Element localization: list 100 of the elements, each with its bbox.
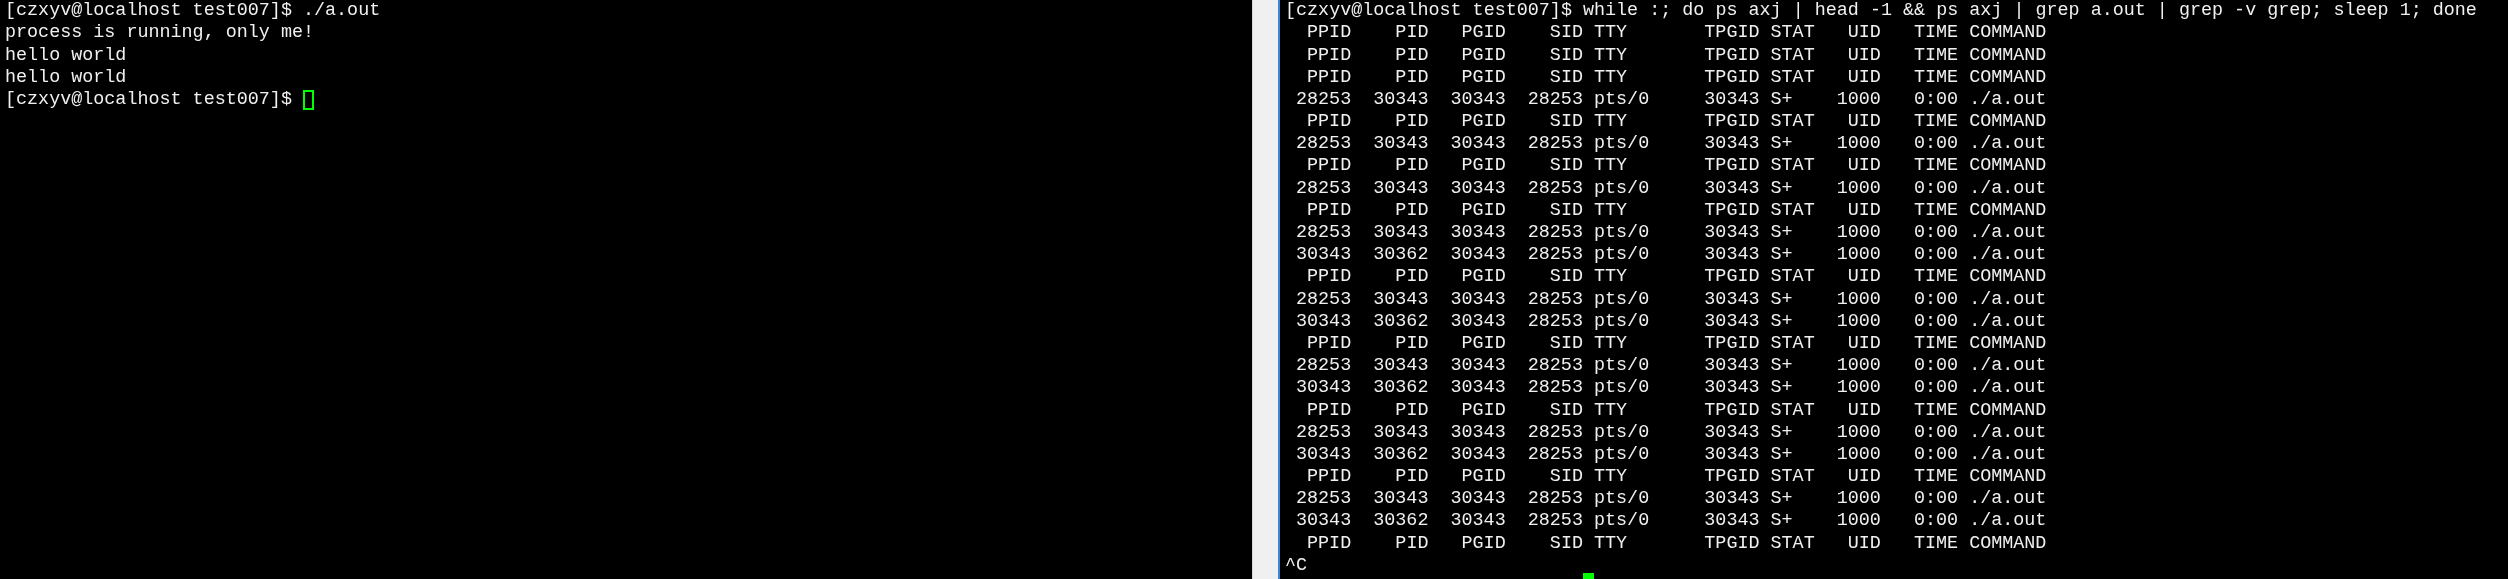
column-header: SID bbox=[1548, 466, 1583, 488]
column-header: TIME bbox=[1912, 66, 1959, 89]
table-cell-text: 1000 bbox=[1835, 443, 1881, 466]
table-cell-text: 0:00 bbox=[1912, 510, 1959, 533]
column-header: UID bbox=[1846, 155, 1881, 178]
column-header: STAT bbox=[1770, 199, 1815, 222]
column-header: TPGID bbox=[1703, 466, 1760, 488]
terminal-line: ^C bbox=[1285, 554, 1308, 577]
table-cell-text: 0:00 bbox=[1912, 355, 1959, 378]
table-cell: ./a.out bbox=[1969, 443, 2047, 466]
column-header: TIME bbox=[1912, 266, 1959, 289]
table-cell-text: pts/0 bbox=[1594, 177, 1651, 200]
table-cell-text: pts/0 bbox=[1594, 488, 1651, 511]
table-cell-text: 1000 bbox=[1835, 355, 1881, 378]
column-header: SID bbox=[1548, 111, 1583, 133]
column-header: PID bbox=[1394, 44, 1429, 67]
column-header: PID bbox=[1394, 532, 1429, 555]
column-header: PPID bbox=[1306, 111, 1352, 133]
column-header: PGID bbox=[1460, 266, 1506, 289]
table-cell-text: pts/0 bbox=[1594, 421, 1651, 444]
column-header: TTY bbox=[1594, 22, 1629, 45]
table-cell-text: 1000 bbox=[1835, 421, 1881, 444]
column-header: TIME bbox=[1912, 466, 1959, 488]
column-header: PGID bbox=[1460, 66, 1506, 89]
column-header: SID bbox=[1548, 332, 1583, 355]
table-cell-text: 28253 bbox=[1526, 355, 1583, 378]
table-cell-text: 28253 bbox=[1526, 288, 1583, 311]
column-header: PID bbox=[1394, 399, 1429, 422]
column-header: SID bbox=[1548, 266, 1583, 289]
column-header: STAT bbox=[1770, 466, 1815, 488]
column-header: STAT bbox=[1770, 44, 1815, 67]
table-cell-text: 30343 bbox=[1372, 488, 1429, 511]
column-header: TTY bbox=[1594, 44, 1629, 67]
table-cell-text: 30343 bbox=[1703, 288, 1760, 311]
table-cell-text: 30343 bbox=[1449, 177, 1506, 200]
table-cell-text: 28253 bbox=[1526, 421, 1583, 444]
table-cell-text: 30343 bbox=[1295, 244, 1352, 267]
column-header: TIME bbox=[1912, 111, 1959, 133]
table-cell-text: pts/0 bbox=[1594, 377, 1651, 400]
column-header: TTY bbox=[1594, 155, 1629, 178]
table-cell-text: 28253 bbox=[1526, 488, 1583, 511]
column-header: TPGID bbox=[1703, 199, 1760, 222]
table-cell-text: 30343 bbox=[1449, 510, 1506, 533]
table-cell-text: pts/0 bbox=[1594, 355, 1651, 378]
column-header: PID bbox=[1394, 266, 1429, 289]
table-cell-text: pts/0 bbox=[1594, 288, 1651, 311]
column-header: TIME bbox=[1912, 332, 1959, 355]
table-cell-text: 28253 bbox=[1526, 244, 1583, 267]
table-cell-text: 30343 bbox=[1703, 177, 1760, 200]
column-header: TPGID bbox=[1703, 155, 1760, 178]
table-cell-text: 28253 bbox=[1295, 133, 1352, 156]
table-cell-text: 30362 bbox=[1372, 510, 1429, 533]
table-cell-text: 0:00 bbox=[1912, 421, 1959, 444]
table-cell-text: 30343 bbox=[1372, 177, 1429, 200]
table-cell: ./a.out bbox=[1969, 244, 2047, 267]
column-header: PGID bbox=[1460, 44, 1506, 67]
column-header: TPGID bbox=[1703, 532, 1760, 555]
table-cell-text: pts/0 bbox=[1594, 510, 1651, 533]
table-cell-text: 30343 bbox=[1703, 355, 1760, 378]
table-cell-text: 28253 bbox=[1295, 177, 1352, 200]
column-header: SID bbox=[1548, 199, 1583, 222]
column-header: COMMAND bbox=[1969, 66, 2047, 89]
table-cell: ./a.out bbox=[1969, 488, 2047, 511]
column-header: UID bbox=[1846, 266, 1881, 289]
table-cell-text: 30343 bbox=[1372, 88, 1429, 111]
table-cell-text: 28253 bbox=[1295, 288, 1352, 311]
table-cell: ./a.out bbox=[1969, 421, 2047, 444]
table-cell-text: S+ bbox=[1770, 177, 1794, 200]
column-header: TPGID bbox=[1703, 111, 1760, 133]
column-header: PGID bbox=[1460, 332, 1506, 355]
column-header: PGID bbox=[1460, 111, 1506, 133]
table-cell-text: 30343 bbox=[1703, 421, 1760, 444]
column-header: STAT bbox=[1770, 66, 1815, 89]
column-header: PID bbox=[1394, 111, 1429, 133]
column-header: UID bbox=[1846, 332, 1881, 355]
table-cell-text: 28253 bbox=[1295, 88, 1352, 111]
column-header: TTY bbox=[1594, 199, 1629, 222]
table-cell-text: 1000 bbox=[1835, 244, 1881, 267]
table-cell-text: 30343 bbox=[1703, 133, 1760, 156]
table-cell-text: 30343 bbox=[1449, 310, 1506, 333]
column-header: COMMAND bbox=[1969, 466, 2047, 488]
column-header: TTY bbox=[1594, 266, 1629, 289]
column-header: PID bbox=[1394, 66, 1429, 89]
table-cell-text: 1000 bbox=[1835, 377, 1881, 400]
table-cell-text: 0:00 bbox=[1912, 177, 1959, 200]
table-cell-text: 30362 bbox=[1372, 377, 1429, 400]
column-header: PPID bbox=[1306, 199, 1352, 222]
table-cell-text: 30343 bbox=[1703, 488, 1760, 511]
column-header: UID bbox=[1846, 44, 1881, 67]
column-header: UID bbox=[1846, 399, 1881, 422]
table-cell-text: S+ bbox=[1770, 310, 1794, 333]
table-cell-text: 30343 bbox=[1703, 443, 1760, 466]
column-header: STAT bbox=[1770, 332, 1815, 355]
table-cell-text: 0:00 bbox=[1912, 488, 1959, 511]
column-header: SID bbox=[1548, 532, 1583, 555]
table-cell-text: 0:00 bbox=[1912, 222, 1959, 244]
table-cell-text: S+ bbox=[1770, 377, 1794, 400]
table-cell: ./a.out bbox=[1969, 510, 2047, 533]
column-header: TPGID bbox=[1703, 66, 1760, 89]
table-cell-text: pts/0 bbox=[1594, 244, 1651, 267]
